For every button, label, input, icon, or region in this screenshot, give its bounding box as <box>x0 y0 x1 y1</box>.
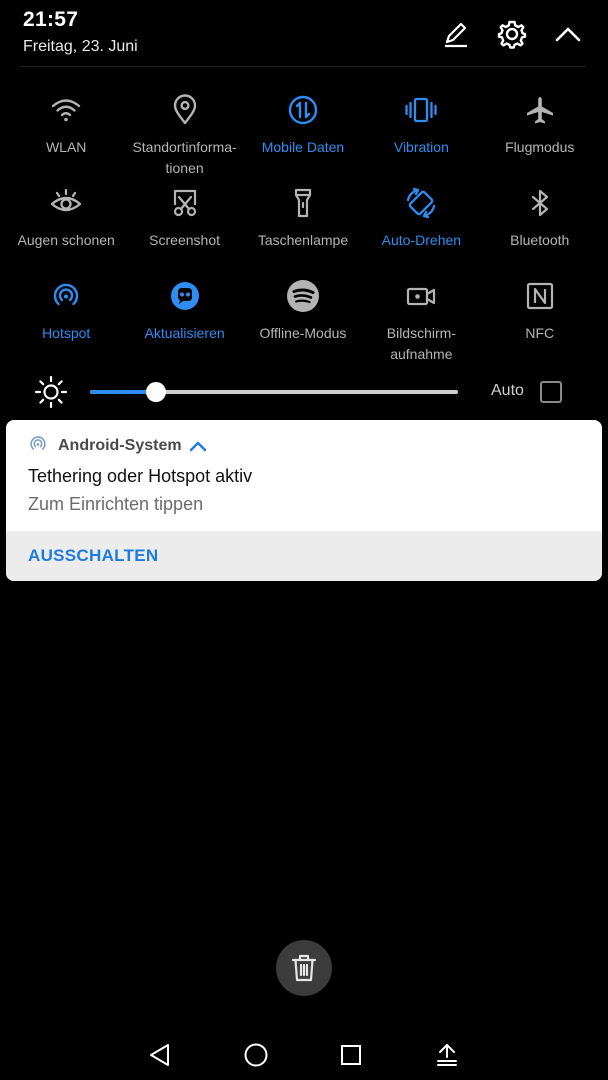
auto-brightness-checkbox[interactable] <box>540 381 562 403</box>
notification-title: Tethering oder Hotspot aktiv <box>28 466 253 486</box>
tile-wlan[interactable]: WLAN <box>7 90 125 183</box>
turn-off-button[interactable]: AUSSCHALTEN <box>28 546 159 566</box>
tile-label-screen-record: Bildschirm- aufnahme <box>386 325 456 362</box>
tile-offline-mode[interactable]: Offline-Modus <box>244 276 362 369</box>
tile-label-screenshot: Screenshot <box>149 232 220 248</box>
header-divider <box>20 66 586 67</box>
tile-vibration[interactable]: Vibration <box>362 90 480 183</box>
tile-label-nfc: NFC <box>525 325 555 341</box>
edit-icon[interactable] <box>440 18 472 50</box>
tile-label-mobile-data: Mobile Daten <box>261 139 345 155</box>
tile-hotspot[interactable]: Hotspot <box>7 276 125 369</box>
flashlight-icon <box>283 183 323 223</box>
tile-screenshot[interactable]: Screenshot <box>125 183 243 276</box>
brightness-slider-thumb[interactable] <box>146 382 166 402</box>
tile-label-update: Aktualisieren <box>144 325 225 341</box>
notification-app-name: Android-System <box>58 437 182 454</box>
tile-eye-comfort[interactable]: Augen schonen <box>7 183 125 276</box>
tile-update[interactable]: Aktualisieren <box>125 276 243 369</box>
notification-header: Android-System <box>28 434 208 458</box>
screen-record-icon <box>401 276 441 316</box>
tile-airplane[interactable]: Flugmodus <box>481 90 599 183</box>
tile-bluetooth[interactable]: Bluetooth <box>481 183 599 276</box>
date-label[interactable]: Freitag, 23. Juni <box>23 38 138 56</box>
tile-label-vibration: Vibration <box>393 139 449 155</box>
tile-mobile-data[interactable]: Mobile Daten <box>244 90 362 183</box>
clear-all-button[interactable] <box>276 940 332 996</box>
tile-row-2: Augen schonen Screenshot Taschenlampe Au… <box>7 183 599 276</box>
trash-icon <box>290 953 318 983</box>
nfc-icon <box>520 276 560 316</box>
shade-header: 21:57 Freitag, 23. Juni <box>0 0 608 68</box>
settings-gear-icon[interactable] <box>496 18 528 50</box>
auto-brightness-label: Auto <box>491 382 524 399</box>
brightness-slider[interactable] <box>90 382 458 402</box>
quick-settings-grid: WLAN Standortinforma- tionen Mobile Date… <box>7 90 599 369</box>
tile-location[interactable]: Standortinforma- tionen <box>125 90 243 183</box>
tile-label-wlan: WLAN <box>45 139 87 155</box>
tile-row-1: WLAN Standortinforma- tionen Mobile Date… <box>7 90 599 183</box>
wifi-icon <box>46 90 86 130</box>
hotspot-notification[interactable]: Android-System Tethering oder Hotspot ak… <box>6 420 602 581</box>
tile-label-hotspot: Hotspot <box>42 325 91 341</box>
notification-action-bar: AUSSCHALTEN <box>6 531 602 581</box>
tile-label-bluetooth: Bluetooth <box>510 232 570 248</box>
tile-label-airplane: Flugmodus <box>505 139 575 155</box>
tile-label-location: Standortinforma- tionen <box>132 139 237 176</box>
hotspot-small-icon <box>28 434 48 459</box>
notification-pull-icon[interactable] <box>432 1040 462 1070</box>
vibration-icon <box>401 90 441 130</box>
update-app-icon <box>165 276 205 316</box>
brightness-sun-icon <box>34 375 68 409</box>
clock-time: 21:57 <box>23 8 79 31</box>
mobile-data-icon <box>283 90 323 130</box>
tile-label-auto-rotate: Auto-Drehen <box>381 232 462 248</box>
tile-label-offline-mode: Offline-Modus <box>259 325 347 341</box>
tile-screen-record[interactable]: Bildschirm- aufnahme <box>362 276 480 369</box>
spotify-icon <box>283 276 323 316</box>
tile-label-eye-comfort: Augen schonen <box>17 232 115 248</box>
airplane-icon <box>520 90 560 130</box>
auto-rotate-icon <box>401 183 441 223</box>
notification-text: Zum Einrichten tippen <box>28 494 204 514</box>
eye-icon <box>46 183 86 223</box>
bluetooth-icon <box>520 183 560 223</box>
hotspot-icon <box>46 276 86 316</box>
tile-nfc[interactable]: NFC <box>481 276 599 369</box>
tile-label-flashlight: Taschenlampe <box>257 232 349 248</box>
brightness-row: Auto <box>0 372 608 412</box>
back-icon[interactable] <box>145 1040 175 1070</box>
tile-flashlight[interactable]: Taschenlampe <box>244 183 362 276</box>
recent-apps-icon[interactable] <box>336 1040 366 1070</box>
expand-chevron-icon[interactable] <box>188 436 208 456</box>
tile-auto-rotate[interactable]: Auto-Drehen <box>362 183 480 276</box>
home-icon[interactable] <box>241 1040 271 1070</box>
collapse-chevron-icon[interactable] <box>552 18 584 50</box>
navigation-bar <box>0 1030 608 1080</box>
tile-row-3: Hotspot Aktualisieren Offline-Modus Bild… <box>7 276 599 369</box>
screenshot-scissors-icon <box>165 183 205 223</box>
notification-shade: 21:57 Freitag, 23. Juni WLAN Standortinf… <box>0 0 608 1080</box>
location-pin-icon <box>165 90 205 130</box>
